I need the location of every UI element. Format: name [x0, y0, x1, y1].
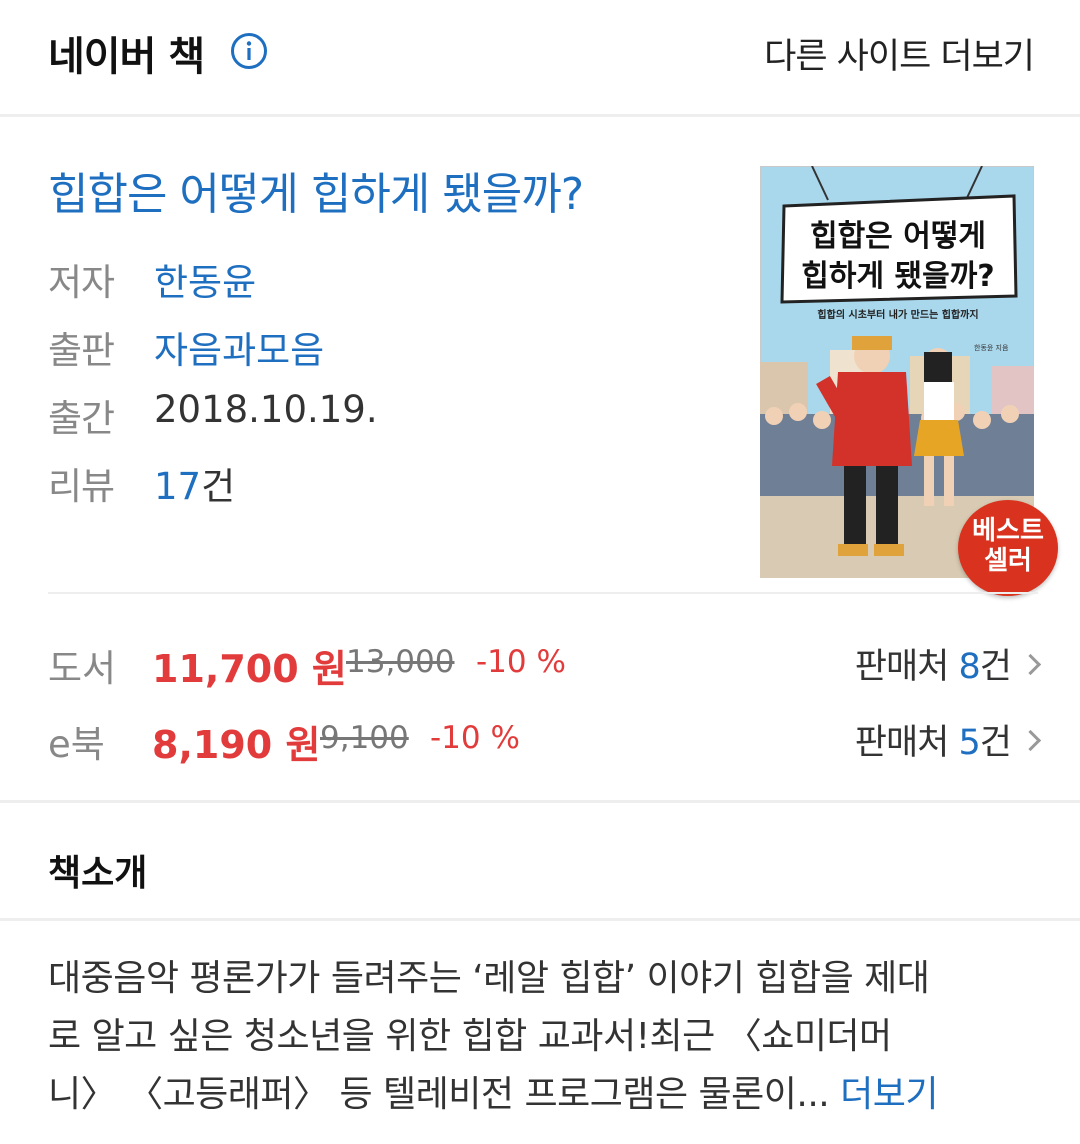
- cover-subtitle: 힙합의 시초부터 내가 만드는 힙합까지: [817, 308, 978, 321]
- seller-unit: 건: [979, 647, 1012, 687]
- seller-count: 8: [958, 647, 981, 687]
- discount-rate: -10 %: [476, 644, 566, 680]
- seller-label: 판매처: [854, 723, 950, 763]
- discount-rate: -10 %: [430, 720, 520, 756]
- book-intro: 대중음악 평론가가 들려주는 ‘레알 힙합’ 이야기 힙합을 제대 로 알고 싶…: [48, 950, 1038, 1124]
- header: 네이버 책 다른 사이트 더보기: [0, 0, 1080, 114]
- author-link[interactable]: 한동윤: [154, 252, 256, 306]
- header-divider: [0, 114, 1080, 117]
- seller-link-book[interactable]: 판매처 8건: [854, 638, 1042, 689]
- bestseller-badge: 베스트 셀러: [958, 500, 1058, 596]
- seller-unit: 건: [979, 723, 1012, 763]
- price-row-ebook: e북 8,190 원 9,100 -10 % 판매처 5건: [48, 714, 1042, 774]
- intro-line-last: 니〉 〈고등래퍼〉 등 텔레비전 프로그램은 물론이... 더보기: [48, 1066, 1038, 1124]
- seller-label: 판매처: [854, 647, 950, 687]
- price-label: 도서: [48, 647, 117, 690]
- original-price: 13,000: [346, 644, 455, 680]
- cover-author: 한동윤 지음: [974, 343, 1009, 352]
- seller-count: 5: [958, 723, 981, 763]
- intro-line: 로 알고 싶은 청소년을 위한 힙합 교과서!최근 〈쇼미더머: [48, 1016, 892, 1057]
- price-unit: 원: [285, 723, 321, 767]
- chevron-right-icon: [1019, 729, 1042, 752]
- chevron-right-icon: [1019, 653, 1042, 676]
- original-price: 9,100: [320, 720, 409, 756]
- price-unit: 원: [311, 647, 347, 691]
- more-sites-link[interactable]: 다른 사이트 더보기: [764, 28, 1035, 79]
- info-icon[interactable]: [230, 32, 268, 70]
- review-unit: 건: [201, 465, 236, 508]
- section-title-intro: 책소개: [48, 853, 148, 894]
- section-divider: [0, 800, 1080, 803]
- publish-date: 2018.10.19.: [154, 388, 378, 431]
- sale-price: 11,700 원: [152, 638, 347, 693]
- meta-label: 출판: [48, 329, 115, 372]
- price-label: e북: [48, 723, 105, 766]
- header-title: 네이버 책: [48, 34, 205, 80]
- review-count: 17: [154, 465, 202, 508]
- cover-title-line1: 힙합은 어떻게: [810, 219, 986, 254]
- intro-line-text: 니〉 〈고등래퍼〉 등 텔레비전 프로그램은 물론이...: [48, 1074, 830, 1115]
- price-divider: [48, 592, 1038, 594]
- badge-line2: 셀러: [984, 546, 1032, 576]
- cover-title-line2: 힙하게 됐을까?: [801, 259, 994, 294]
- seller-link-ebook[interactable]: 판매처 5건: [854, 714, 1042, 765]
- sale-price-value: 8,190: [152, 723, 273, 767]
- more-button[interactable]: 더보기: [840, 1074, 938, 1115]
- book-title[interactable]: 힙합은 어떻게 힙하게 됐을까?: [48, 158, 584, 222]
- intro-divider: [0, 918, 1080, 921]
- review-count-link[interactable]: 17건: [154, 456, 235, 510]
- sale-price: 8,190 원: [152, 714, 320, 769]
- badge-line1: 베스트: [972, 516, 1044, 546]
- meta-label: 출간: [48, 397, 115, 440]
- publisher-link[interactable]: 자음과모음: [154, 320, 324, 374]
- sale-price-value: 11,700: [152, 647, 299, 691]
- intro-line: 대중음악 평론가가 들려주는 ‘레알 힙합’ 이야기 힙합을 제대: [48, 958, 930, 999]
- meta-label: 저자: [48, 261, 115, 304]
- price-row-book: 도서 11,700 원 13,000 -10 % 판매처 8건: [48, 638, 1042, 698]
- meta-label: 리뷰: [48, 465, 115, 508]
